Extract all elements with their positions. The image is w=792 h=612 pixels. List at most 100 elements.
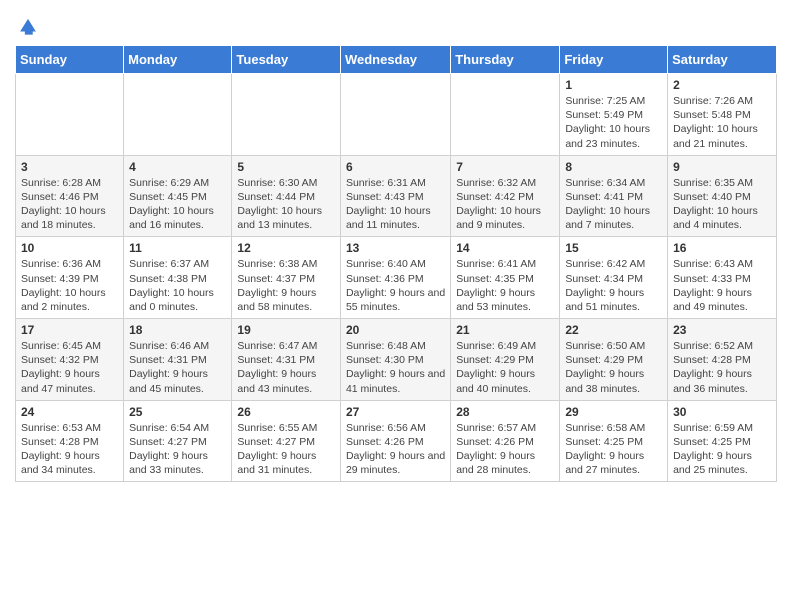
calendar-cell: 21 Sunrise: 6:49 AM Sunset: 4:29 PM Dayli… (451, 319, 560, 401)
calendar-cell: 29 Sunrise: 6:58 AM Sunset: 4:25 PM Dayli… (560, 400, 668, 482)
calendar-cell: 10Sunrise: 6:36 AM Sunset: 4:39 PM Dayli… (16, 237, 124, 319)
day-info: Sunrise: 6:48 AM Sunset: 4:30 PM Dayligh… (346, 339, 445, 396)
day-info: Sunrise: 6:30 AM Sunset: 4:44 PM Dayligh… (237, 176, 335, 233)
day-number: 14 (456, 241, 554, 255)
calendar-cell (451, 74, 560, 156)
day-number: 5 (237, 160, 335, 174)
day-number: 21 (456, 323, 554, 337)
calendar-cell: 20 Sunrise: 6:48 AM Sunset: 4:30 PM Dayli… (340, 319, 450, 401)
calendar-cell: 22 Sunrise: 6:50 AM Sunset: 4:29 PM Dayli… (560, 319, 668, 401)
calendar-week-row: 24Sunrise: 6:53 AM Sunset: 4:28 PM Dayli… (16, 400, 777, 482)
calendar-week-row: 10Sunrise: 6:36 AM Sunset: 4:39 PM Dayli… (16, 237, 777, 319)
day-number: 17 (21, 323, 118, 337)
calendar-cell: 26 Sunrise: 6:55 AM Sunset: 4:27 PM Dayli… (232, 400, 341, 482)
day-info: Sunrise: 6:50 AM Sunset: 4:29 PM Dayligh… (565, 339, 662, 396)
day-info: Sunrise: 6:57 AM Sunset: 4:26 PM Dayligh… (456, 421, 554, 478)
calendar-cell (340, 74, 450, 156)
day-info: Sunrise: 6:45 AM Sunset: 4:32 PM Dayligh… (21, 339, 118, 396)
day-info: Sunrise: 7:26 AM Sunset: 5:48 PM Dayligh… (673, 94, 771, 151)
day-number: 8 (565, 160, 662, 174)
calendar: SundayMondayTuesdayWednesdayThursdayFrid… (15, 45, 777, 482)
calendar-header-wednesday: Wednesday (340, 46, 450, 74)
calendar-cell: 7 Sunrise: 6:32 AM Sunset: 4:42 PM Daylig… (451, 155, 560, 237)
day-info: Sunrise: 6:36 AM Sunset: 4:39 PM Dayligh… (21, 257, 118, 314)
day-number: 9 (673, 160, 771, 174)
calendar-cell: 3 Sunrise: 6:28 AM Sunset: 4:46 PM Daylig… (16, 155, 124, 237)
day-number: 15 (565, 241, 662, 255)
calendar-cell: 8 Sunrise: 6:34 AM Sunset: 4:41 PM Daylig… (560, 155, 668, 237)
calendar-header-monday: Monday (124, 46, 232, 74)
calendar-cell: 28 Sunrise: 6:57 AM Sunset: 4:26 PM Dayli… (451, 400, 560, 482)
calendar-cell: 30 Sunrise: 6:59 AM Sunset: 4:25 PM Dayli… (668, 400, 777, 482)
calendar-week-row: 17 Sunrise: 6:45 AM Sunset: 4:32 PM Dayli… (16, 319, 777, 401)
day-number: 1 (565, 78, 662, 92)
day-info: Sunrise: 6:28 AM Sunset: 4:46 PM Dayligh… (21, 176, 118, 233)
calendar-cell: 17 Sunrise: 6:45 AM Sunset: 4:32 PM Dayli… (16, 319, 124, 401)
day-number: 28 (456, 405, 554, 419)
calendar-cell: 16 Sunrise: 6:43 AM Sunset: 4:33 PM Dayli… (668, 237, 777, 319)
day-number: 12 (237, 241, 335, 255)
calendar-cell (232, 74, 341, 156)
day-info: Sunrise: 6:42 AM Sunset: 4:34 PM Dayligh… (565, 257, 662, 314)
calendar-week-row: 1 Sunrise: 7:25 AM Sunset: 5:49 PM Daylig… (16, 74, 777, 156)
day-number: 23 (673, 323, 771, 337)
calendar-cell: 27Sunrise: 6:56 AM Sunset: 4:26 PM Dayli… (340, 400, 450, 482)
calendar-cell: 6Sunrise: 6:31 AM Sunset: 4:43 PM Daylig… (340, 155, 450, 237)
calendar-cell: 24Sunrise: 6:53 AM Sunset: 4:28 PM Dayli… (16, 400, 124, 482)
day-info: Sunrise: 6:47 AM Sunset: 4:31 PM Dayligh… (237, 339, 335, 396)
calendar-cell: 4Sunrise: 6:29 AM Sunset: 4:45 PM Daylig… (124, 155, 232, 237)
day-info: Sunrise: 6:31 AM Sunset: 4:43 PM Dayligh… (346, 176, 445, 233)
day-info: Sunrise: 6:49 AM Sunset: 4:29 PM Dayligh… (456, 339, 554, 396)
day-info: Sunrise: 6:37 AM Sunset: 4:38 PM Dayligh… (129, 257, 226, 314)
day-number: 26 (237, 405, 335, 419)
calendar-cell: 1 Sunrise: 7:25 AM Sunset: 5:49 PM Daylig… (560, 74, 668, 156)
calendar-header-row: SundayMondayTuesdayWednesdayThursdayFrid… (16, 46, 777, 74)
day-info: Sunrise: 6:43 AM Sunset: 4:33 PM Dayligh… (673, 257, 771, 314)
calendar-cell: 5 Sunrise: 6:30 AM Sunset: 4:44 PM Daylig… (232, 155, 341, 237)
day-number: 13 (346, 241, 445, 255)
day-info: Sunrise: 6:32 AM Sunset: 4:42 PM Dayligh… (456, 176, 554, 233)
calendar-cell: 15 Sunrise: 6:42 AM Sunset: 4:34 PM Dayli… (560, 237, 668, 319)
day-info: Sunrise: 7:25 AM Sunset: 5:49 PM Dayligh… (565, 94, 662, 151)
day-number: 16 (673, 241, 771, 255)
header (15, 10, 777, 37)
calendar-cell: 19Sunrise: 6:47 AM Sunset: 4:31 PM Dayli… (232, 319, 341, 401)
day-number: 7 (456, 160, 554, 174)
day-info: Sunrise: 6:46 AM Sunset: 4:31 PM Dayligh… (129, 339, 226, 396)
day-info: Sunrise: 6:40 AM Sunset: 4:36 PM Dayligh… (346, 257, 445, 314)
calendar-week-row: 3 Sunrise: 6:28 AM Sunset: 4:46 PM Daylig… (16, 155, 777, 237)
calendar-cell: 12 Sunrise: 6:38 AM Sunset: 4:37 PM Dayli… (232, 237, 341, 319)
day-number: 20 (346, 323, 445, 337)
day-info: Sunrise: 6:34 AM Sunset: 4:41 PM Dayligh… (565, 176, 662, 233)
calendar-cell: 18 Sunrise: 6:46 AM Sunset: 4:31 PM Dayli… (124, 319, 232, 401)
calendar-cell: 25Sunrise: 6:54 AM Sunset: 4:27 PM Dayli… (124, 400, 232, 482)
calendar-cell: 2Sunrise: 7:26 AM Sunset: 5:48 PM Daylig… (668, 74, 777, 156)
day-number: 24 (21, 405, 118, 419)
calendar-header-sunday: Sunday (16, 46, 124, 74)
day-number: 30 (673, 405, 771, 419)
day-info: Sunrise: 6:59 AM Sunset: 4:25 PM Dayligh… (673, 421, 771, 478)
day-info: Sunrise: 6:52 AM Sunset: 4:28 PM Dayligh… (673, 339, 771, 396)
day-number: 18 (129, 323, 226, 337)
calendar-cell: 23 Sunrise: 6:52 AM Sunset: 4:28 PM Dayli… (668, 319, 777, 401)
day-info: Sunrise: 6:55 AM Sunset: 4:27 PM Dayligh… (237, 421, 335, 478)
day-info: Sunrise: 6:29 AM Sunset: 4:45 PM Dayligh… (129, 176, 226, 233)
day-number: 25 (129, 405, 226, 419)
day-info: Sunrise: 6:38 AM Sunset: 4:37 PM Dayligh… (237, 257, 335, 314)
calendar-header-tuesday: Tuesday (232, 46, 341, 74)
calendar-header-friday: Friday (560, 46, 668, 74)
day-number: 29 (565, 405, 662, 419)
day-number: 22 (565, 323, 662, 337)
day-info: Sunrise: 6:58 AM Sunset: 4:25 PM Dayligh… (565, 421, 662, 478)
day-number: 3 (21, 160, 118, 174)
calendar-header-saturday: Saturday (668, 46, 777, 74)
calendar-header-thursday: Thursday (451, 46, 560, 74)
calendar-cell: 11 Sunrise: 6:37 AM Sunset: 4:38 PM Dayli… (124, 237, 232, 319)
calendar-cell: 14 Sunrise: 6:41 AM Sunset: 4:35 PM Dayli… (451, 237, 560, 319)
day-number: 11 (129, 241, 226, 255)
logo-icon (17, 15, 39, 37)
day-number: 27 (346, 405, 445, 419)
day-info: Sunrise: 6:41 AM Sunset: 4:35 PM Dayligh… (456, 257, 554, 314)
calendar-cell: 13 Sunrise: 6:40 AM Sunset: 4:36 PM Dayli… (340, 237, 450, 319)
day-info: Sunrise: 6:35 AM Sunset: 4:40 PM Dayligh… (673, 176, 771, 233)
